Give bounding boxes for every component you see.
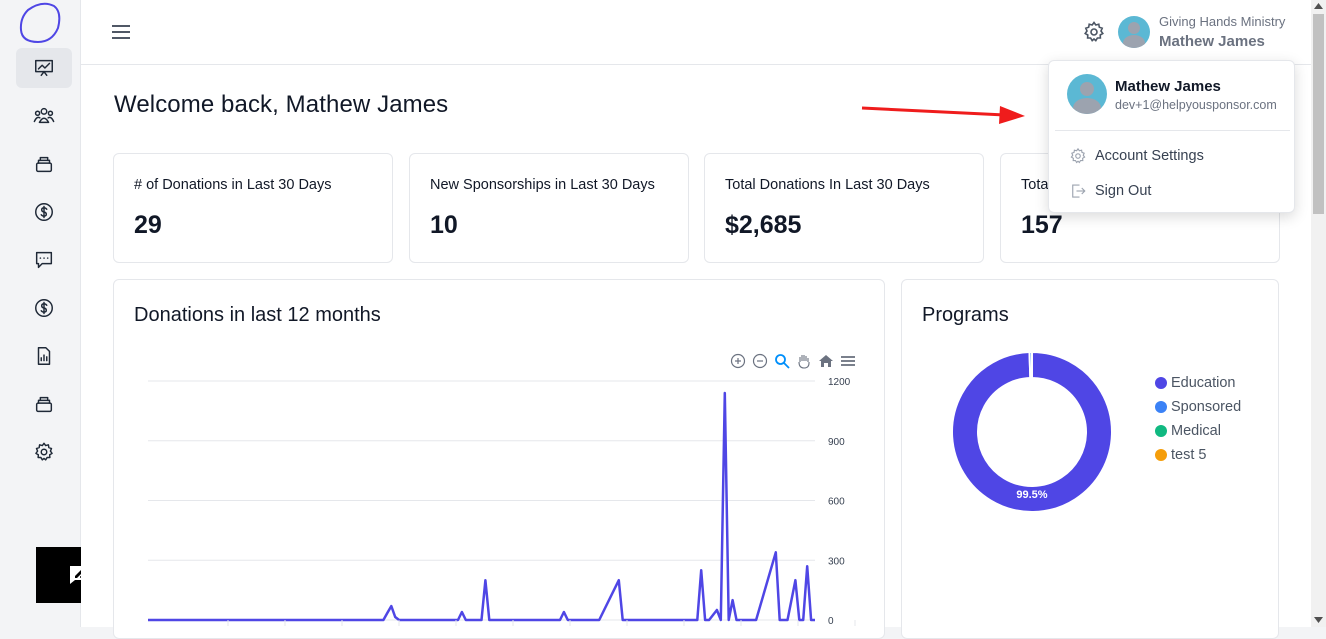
legend-label: Medical — [1171, 423, 1221, 439]
account-settings-label: Account Settings — [1095, 148, 1204, 164]
stat-card: # of Donations in Last 30 Days 29 — [113, 153, 393, 263]
stat-card: New Sponsorships in Last 30 Days 10 — [409, 153, 689, 263]
legend-marker — [1155, 425, 1167, 437]
nav-archive-2[interactable] — [16, 384, 72, 424]
gear-icon[interactable] — [1082, 20, 1106, 44]
y-tick-label: 0 — [828, 616, 834, 627]
zoom-out-icon[interactable] — [752, 353, 768, 369]
nav-settings[interactable] — [16, 432, 72, 472]
legend-item[interactable]: Sponsored — [1155, 395, 1241, 419]
stat-value: $2,685 — [725, 211, 802, 239]
home-icon[interactable] — [818, 353, 834, 369]
stat-label: Tota — [1021, 177, 1049, 193]
y-tick-label: 900 — [828, 437, 845, 448]
sign-out-item[interactable]: Sign Out — [1069, 182, 1151, 200]
zoom-in-icon[interactable] — [730, 353, 746, 369]
stat-value: 157 — [1021, 211, 1063, 239]
legend-marker — [1155, 377, 1167, 389]
chart-legend: Education Sponsored Medical test 5 — [1155, 371, 1241, 467]
user-dropdown-menu: Mathew James dev+1@helpyousponsor.com Ac… — [1048, 60, 1295, 213]
nav-payments[interactable] — [16, 288, 72, 328]
selection-zoom-icon[interactable] — [774, 353, 790, 369]
dropdown-user-email: dev+1@helpyousponsor.com — [1115, 98, 1277, 112]
report-icon — [37, 347, 51, 365]
dollar-circle-icon — [35, 203, 53, 221]
y-tick-label: 300 — [828, 556, 845, 567]
hamburger-menu-icon[interactable] — [111, 22, 131, 42]
dropdown-user-name: Mathew James — [1115, 78, 1221, 95]
nav-users[interactable] — [16, 96, 72, 136]
legend-marker — [1155, 449, 1167, 461]
page-title: Welcome back, Mathew James — [114, 91, 449, 118]
users-group-icon — [33, 107, 55, 124]
legend-item[interactable]: test 5 — [1155, 443, 1241, 467]
org-name: Giving Hands Ministry — [1159, 14, 1286, 29]
nav-reports[interactable] — [16, 336, 72, 376]
menu-icon[interactable] — [840, 353, 856, 369]
user-name[interactable]: Mathew James — [1159, 33, 1265, 50]
stat-label: New Sponsorships in Last 30 Days — [430, 177, 655, 193]
red-arrow-annotation — [861, 106, 1025, 124]
archive-icon — [35, 156, 53, 173]
stat-label: Total Donations In Last 30 Days — [725, 177, 930, 193]
archive-icon — [35, 396, 53, 413]
dollar-circle-icon — [35, 299, 53, 317]
chart-toolbar — [730, 353, 856, 369]
sidebar — [0, 0, 124, 627]
programs-donut-chart: 99.5% — [951, 350, 1113, 513]
scrollbar[interactable] — [1311, 0, 1326, 627]
panel-title: Donations in last 12 months — [134, 304, 381, 326]
logo[interactable] — [18, 2, 62, 44]
avatar — [1067, 74, 1107, 114]
nav-archive[interactable] — [16, 144, 72, 184]
legend-item[interactable]: Medical — [1155, 419, 1241, 443]
sign-out-label: Sign Out — [1095, 183, 1152, 199]
legend-marker — [1155, 401, 1167, 413]
sign-out-icon — [1072, 184, 1086, 198]
gear-icon — [1070, 147, 1086, 164]
legend-label: test 5 — [1171, 447, 1207, 463]
y-tick-label: 1200 — [828, 377, 851, 388]
stat-label: # of Donations in Last 30 Days — [134, 177, 332, 193]
account-settings-item[interactable]: Account Settings — [1069, 147, 1204, 165]
topbar: Giving Hands Ministry Mathew James — [81, 0, 1311, 65]
nav-messages[interactable] — [16, 240, 72, 280]
stat-value: 29 — [134, 211, 162, 239]
legend-label: Education — [1171, 375, 1236, 391]
chart-presentation-icon — [35, 59, 53, 77]
scroll-up-arrow-icon[interactable] — [1314, 3, 1323, 9]
donations-line-chart: 1200 900 600 300 0 — [148, 377, 856, 627]
message-icon — [35, 251, 53, 269]
scrollbar-thumb[interactable] — [1313, 14, 1324, 214]
pie-slice — [1028, 350, 1033, 380]
stat-value: 10 — [430, 211, 458, 239]
divider — [1055, 130, 1290, 131]
gear-icon — [35, 442, 53, 461]
stat-card: Total Donations In Last 30 Days $2,685 — [704, 153, 984, 263]
series-line — [148, 391, 815, 622]
panel-title: Programs — [922, 304, 1009, 326]
nav-dashboard[interactable] — [16, 48, 72, 88]
nav-donations[interactable] — [16, 192, 72, 232]
y-tick-label: 600 — [828, 497, 845, 508]
pan-hand-icon[interactable] — [796, 353, 812, 369]
avatar[interactable] — [1118, 16, 1150, 48]
legend-label: Sponsored — [1171, 399, 1242, 415]
data-label: 99.5% — [1016, 489, 1047, 501]
legend-item[interactable]: Education — [1155, 371, 1241, 395]
scroll-down-arrow-icon[interactable] — [1314, 617, 1323, 623]
